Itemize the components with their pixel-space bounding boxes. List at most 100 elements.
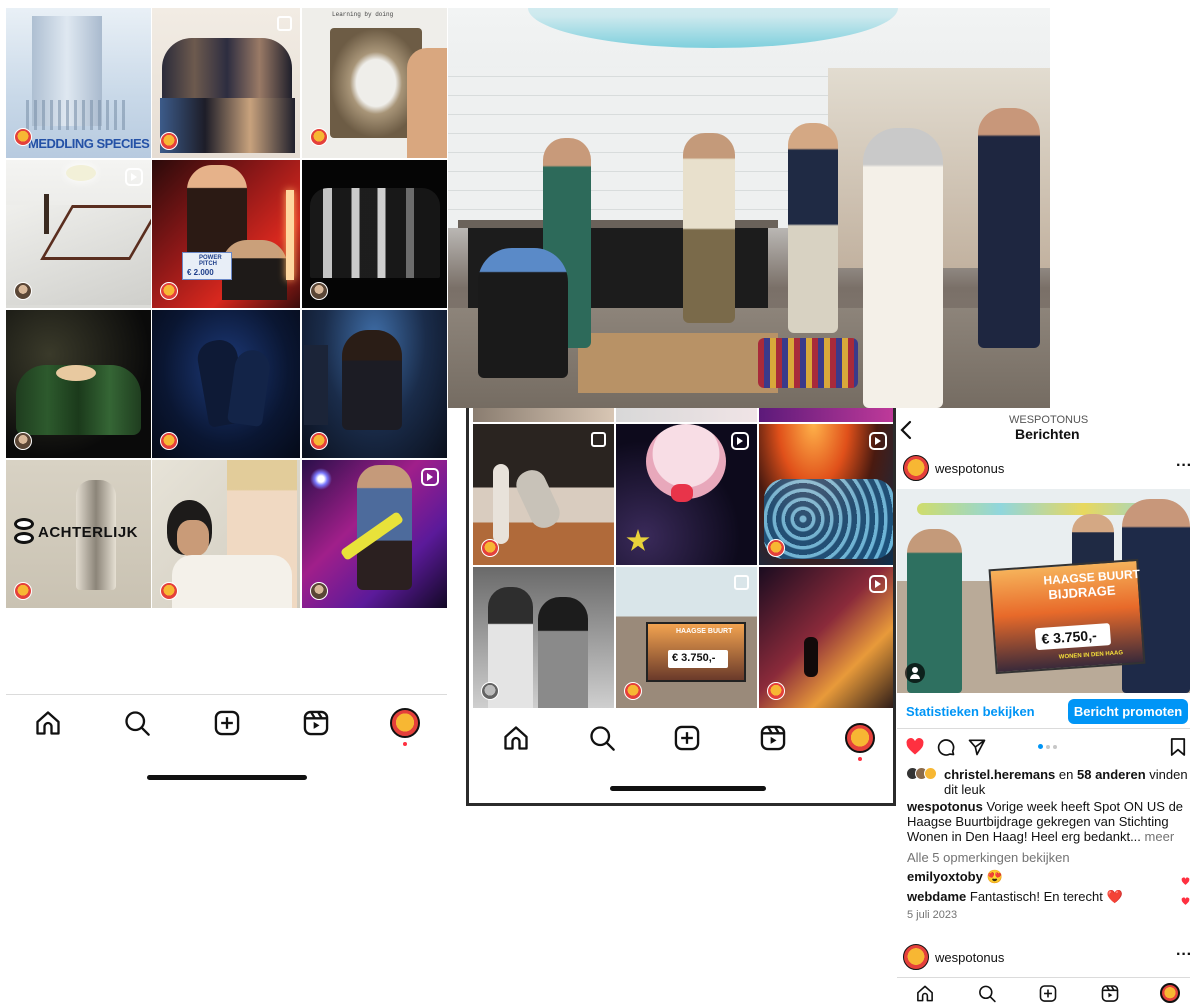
profile-avatar[interactable] [1160, 983, 1180, 1003]
account-avatar [14, 128, 32, 146]
liker-username[interactable]: christel.heremans [944, 767, 1055, 782]
comment-row-1: emilyoxtoby 😍 [907, 869, 1003, 885]
more-icon[interactable]: ··· [1176, 946, 1190, 964]
grid-post-meddling-species[interactable]: MEDDLING SPECIES [6, 8, 151, 158]
grid-post-concert[interactable] [302, 460, 447, 608]
create-post-icon[interactable] [1038, 984, 1058, 1003]
next-post-username[interactable]: wespotonus [935, 950, 1004, 965]
likes-others[interactable]: 58 anderen [1077, 767, 1146, 782]
power-pitch-sign: POWER PITCH [199, 255, 222, 267]
more-icon[interactable]: ··· [1176, 457, 1190, 475]
promote-button[interactable]: Bericht promoten [1068, 699, 1188, 724]
grid-post-bw-rehearsal[interactable] [473, 567, 614, 708]
create-post-icon[interactable] [213, 709, 241, 737]
post-author-avatar[interactable] [903, 455, 929, 481]
caption-text-1: Vorige week heeft Spot ON US de [986, 799, 1184, 814]
profile-avatar[interactable] [845, 723, 875, 753]
comment-like-icon[interactable] [1181, 873, 1190, 885]
grid-post-power-pitch[interactable]: POWER PITCH € 2.000 [152, 160, 300, 308]
account-avatar [14, 582, 32, 600]
account-avatar [481, 682, 499, 700]
account-avatar [310, 128, 328, 146]
account-avatar [14, 282, 32, 300]
grid-post-installation[interactable] [6, 160, 151, 308]
notification-dot [403, 742, 407, 746]
reel-badge-icon [125, 168, 143, 186]
insights-link[interactable]: Statistieken bekijken [906, 704, 1035, 719]
reel-badge-icon [731, 432, 749, 450]
home-icon[interactable] [34, 709, 62, 737]
grid-post-portrait[interactable] [152, 460, 300, 608]
comment-like-icon[interactable] [1181, 893, 1190, 905]
caption-username[interactable]: wespotonus [907, 799, 983, 814]
search-icon[interactable] [588, 724, 616, 752]
nav-divider [897, 977, 1190, 978]
nav-divider [6, 694, 447, 695]
comment-username[interactable]: emilyoxtoby [907, 869, 983, 884]
home-icon[interactable] [915, 984, 935, 1003]
likes-suffix-line2: dit leuk [944, 782, 986, 797]
event-photo [448, 8, 1050, 408]
account-avatar [767, 539, 785, 557]
multi-photo-icon [734, 575, 749, 590]
caption-line-3: Wonen in Den Haag! Heel erg bedankt... m… [907, 829, 1174, 844]
reel-badge-icon [869, 432, 887, 450]
grid-post-illustration[interactable] [616, 424, 757, 565]
grid-post-dance-green[interactable] [6, 310, 151, 458]
grid-post-cheque-ceremony[interactable]: HAAGSE BUURT € 3.750,- [616, 567, 757, 708]
post-image[interactable]: HAAGSE BUURT BIJDRAGE € 3.750,- WONEN IN… [897, 489, 1190, 693]
liker-avatars [906, 767, 940, 781]
grid-post-orange-patterns[interactable] [759, 424, 893, 565]
middle-phone-frame: HAAGSE BUURT € 3.750,- [466, 400, 896, 806]
comment-text: Fantastisch! En terecht ❤️ [969, 889, 1123, 904]
reels-icon[interactable] [302, 709, 330, 737]
home-indicator [147, 775, 307, 780]
profile-avatar[interactable] [390, 708, 420, 738]
grid-post-dance-studio[interactable] [473, 424, 614, 565]
account-avatar [160, 282, 178, 300]
tagged-people-icon[interactable] [905, 663, 925, 683]
bookmark-icon[interactable] [1170, 737, 1188, 757]
page-title: Berichten [1015, 426, 1080, 442]
likes-summary: christel.heremans en 58 anderen vinden [944, 767, 1188, 782]
account-avatar [624, 682, 642, 700]
reels-icon[interactable] [1100, 984, 1120, 1003]
share-icon[interactable] [967, 737, 987, 757]
view-all-comments-link[interactable]: Alle 5 opmerkingen bekijken [907, 850, 1070, 865]
comment-text: 😍 [986, 869, 1003, 884]
caption-more-link[interactable]: meer [1145, 829, 1175, 844]
heart-icon[interactable] [905, 737, 925, 757]
reel-badge-icon [869, 575, 887, 593]
create-post-icon[interactable] [673, 724, 701, 752]
cheque-board: HAAGSE BUURT BIJDRAGE € 3.750,- WONEN IN… [988, 558, 1146, 675]
meddling-species-title: MEDDLING SPECIES [28, 136, 150, 151]
cheque-title-bottom: BIJDRAGE [1047, 582, 1116, 603]
grid-post-dance-spotlight[interactable] [302, 310, 447, 458]
search-icon[interactable] [977, 984, 997, 1003]
comment-username[interactable]: webdame [907, 889, 966, 904]
caption-line-1: wespotonus Vorige week heeft Spot ON US … [907, 799, 1183, 814]
grid-post-stage-lights[interactable] [759, 567, 893, 708]
grid-post-learning-by-doing[interactable]: Learning by doing [302, 8, 447, 158]
post-author-username[interactable]: wespotonus [935, 461, 1004, 476]
grid-post-dancers-black[interactable] [302, 160, 447, 308]
account-avatar [310, 282, 328, 300]
reels-icon[interactable] [759, 724, 787, 752]
divider [897, 728, 1190, 729]
grid-post-dance-blue[interactable] [152, 310, 300, 458]
middle-cheque-title: HAAGSE BUURT [676, 628, 733, 635]
next-post-avatar[interactable] [903, 944, 929, 970]
search-icon[interactable] [123, 709, 151, 737]
middle-cheque-amount: € 3.750,- [672, 652, 716, 664]
grid-post-group-photo[interactable] [152, 8, 300, 158]
learning-caption: Learning by doing [332, 11, 394, 18]
caption-line-2: Haagse Buurtbijdrage gekregen van Sticht… [907, 814, 1169, 829]
carousel-dots [1038, 744, 1062, 750]
account-avatar [481, 539, 499, 557]
notification-dot [858, 757, 862, 761]
account-avatar [767, 682, 785, 700]
comment-icon[interactable] [936, 737, 956, 757]
back-chevron-icon[interactable] [900, 420, 916, 440]
home-icon[interactable] [502, 724, 530, 752]
grid-post-achterlijk[interactable]: ACHTERLIJK [6, 460, 151, 608]
